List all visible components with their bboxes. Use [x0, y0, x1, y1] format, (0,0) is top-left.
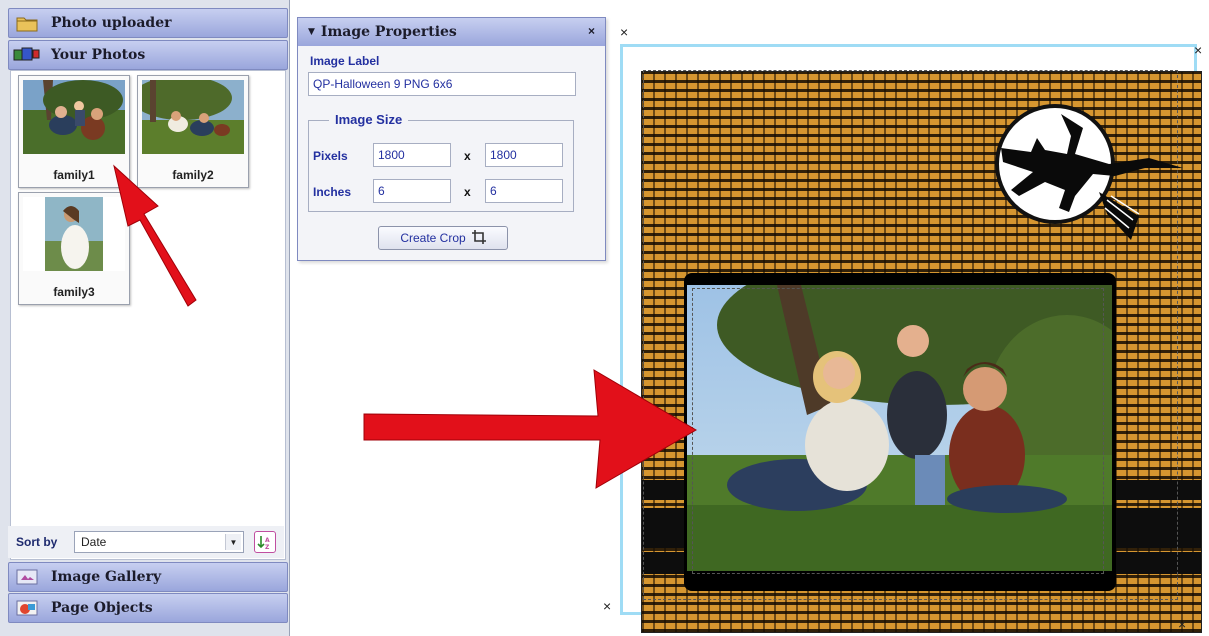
create-crop-button[interactable]: Create Crop	[378, 226, 508, 250]
page-objects-label: Page Objects	[51, 600, 153, 616]
pixels-width-input[interactable]: 1800	[373, 143, 451, 167]
crop-icon	[471, 229, 486, 247]
photos-icon	[13, 44, 41, 66]
pixels-times-sign: x	[464, 149, 471, 163]
sort-label: Sort by	[16, 535, 58, 549]
inches-width-input[interactable]: 6	[373, 179, 451, 203]
family2-thumbnail	[142, 80, 244, 154]
gallery-icon	[13, 566, 41, 588]
svg-text:A: A	[265, 537, 270, 544]
page-objects-header[interactable]: Page Objects	[8, 593, 288, 623]
canvas-x-mark-bottom-left[interactable]: ×	[603, 598, 611, 614]
photo-uploader-label: Photo uploader	[51, 15, 172, 31]
sort-az-icon[interactable]: AZ	[254, 531, 276, 553]
your-photos-header[interactable]: Your Photos	[8, 40, 288, 70]
left-sidebar: Photo uploader Your Photos family1 famil…	[0, 0, 290, 636]
photo-uploader-header[interactable]: Photo uploader	[8, 8, 288, 38]
image-gallery-label: Image Gallery	[51, 569, 162, 585]
inches-height-input[interactable]: 6	[485, 179, 563, 203]
sort-value: Date	[81, 535, 107, 549]
red-arrow-up-icon	[113, 164, 197, 307]
inches-label: Inches	[313, 185, 352, 199]
image-properties-panel: ▼ Image Properties × Image Label QP-Hall…	[297, 17, 606, 261]
image-gallery-header[interactable]: Image Gallery	[8, 562, 288, 592]
canvas-x-mark-top-right[interactable]: ×	[1194, 42, 1202, 58]
collapse-triangle-icon[interactable]: ▼	[308, 27, 315, 37]
image-size-legend: Image Size	[329, 112, 409, 127]
photos-list: family1 family2 family3	[10, 70, 286, 560]
page-objects-icon	[13, 597, 41, 619]
family1-thumbnail	[23, 80, 125, 154]
witch-moon-icon	[995, 104, 1183, 240]
folder-icon	[13, 12, 41, 34]
image-size-group: Image Size Pixels 1800 x 1800 Inches 6 x…	[308, 112, 574, 212]
your-photos-label: Your Photos	[51, 47, 146, 63]
red-arrow-right-icon	[363, 369, 697, 489]
sort-bar: Sort by Date ▼ AZ	[8, 526, 284, 558]
canvas-x-mark-top-left[interactable]: ×	[620, 24, 628, 40]
chevron-down-icon[interactable]: ▼	[225, 534, 241, 550]
close-icon[interactable]: ×	[588, 24, 595, 38]
canvas-x-mark-bottom-right[interactable]: ×	[1178, 616, 1186, 632]
inches-times-sign: x	[464, 185, 471, 199]
create-crop-label: Create Crop	[400, 231, 466, 245]
image-properties-title: Image Properties	[320, 24, 457, 40]
pixels-label: Pixels	[313, 149, 348, 163]
pixels-height-input[interactable]: 1800	[485, 143, 563, 167]
svg-text:Z: Z	[265, 544, 270, 550]
image-label-heading: Image Label	[310, 54, 380, 68]
photo-dashed-boundary	[692, 288, 1104, 574]
image-label-input[interactable]: QP-Halloween 9 PNG 6x6	[308, 72, 576, 96]
sort-select[interactable]: Date ▼	[74, 531, 244, 553]
image-properties-header[interactable]: ▼ Image Properties ×	[298, 18, 605, 46]
